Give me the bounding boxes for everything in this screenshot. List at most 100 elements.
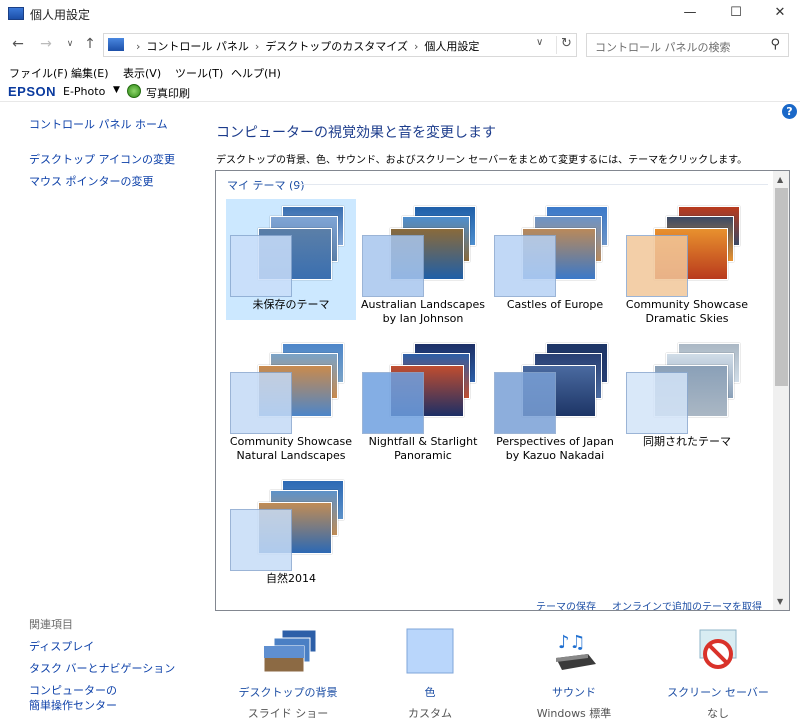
group-divider <box>298 184 768 185</box>
theme-name: 未保存のテーマ <box>252 298 330 311</box>
search-input[interactable]: コントロール パネルの検索 ⚲ <box>586 33 789 57</box>
theme-color-swatch <box>362 372 424 434</box>
theme-color-swatch <box>230 372 292 434</box>
theme-name: Australian Landscapes by Ian Johnson <box>361 298 485 325</box>
address-dropdown-chevron-icon[interactable]: ∨ <box>536 37 543 48</box>
theme-name: 自然2014 <box>266 572 316 585</box>
menu-view[interactable]: 表示(V) <box>123 65 161 81</box>
theme-tile[interactable]: Community Showcase Dramatic Skies <box>622 199 752 325</box>
address-bar[interactable]: › コントロール パネル › デスクトップのカスタマイズ › 個人用設定 ∨ ↻ <box>103 33 577 57</box>
group-label: マイ テーマ (9) <box>227 179 305 192</box>
desktop-background-item[interactable]: デスクトップの背景 スライド ショー <box>228 628 348 721</box>
control-panel-icon <box>108 38 124 51</box>
photo-print-icon[interactable] <box>127 84 141 98</box>
navigation-bar: ← → ∨ ↑ › コントロール パネル › デスクトップのカスタマイズ › 個人用設定 … <box>0 30 800 58</box>
change-mouse-pointers-link[interactable]: マウス ポインターの変更 <box>29 173 154 189</box>
photo-print-button[interactable]: 写真印刷 <box>146 85 190 101</box>
theme-list: マイ テーマ (9) 未保存のテーマ Australian Landscapes b… <box>215 170 790 611</box>
desktop-background-value: スライド ショー <box>247 707 329 720</box>
close-button[interactable]: ✕ <box>757 0 800 28</box>
page-title: コンピューターの視覚効果と音を変更します <box>216 125 496 141</box>
theme-tile[interactable]: 同期されたテーマ <box>622 336 752 457</box>
e-photo-button[interactable]: E-Photo <box>63 85 105 98</box>
theme-preview <box>230 339 352 434</box>
window-title: 個人用設定 <box>30 8 91 22</box>
related-heading: 関連項目 <box>29 618 73 631</box>
change-desktop-icons-link[interactable]: デスクトップ アイコンの変更 <box>29 151 175 167</box>
minimize-button[interactable]: — <box>667 0 713 28</box>
get-more-themes-link[interactable]: オンラインで追加のテーマを取得 <box>612 598 762 610</box>
theme-preview <box>494 202 616 297</box>
epson-toolbar: EPSON E-Photo ▼ 写真印刷 <box>0 82 800 102</box>
theme-preview <box>362 202 484 297</box>
help-icon[interactable]: ? <box>782 104 797 119</box>
theme-preview <box>362 339 484 434</box>
recent-locations-chevron-icon[interactable]: ∨ <box>60 34 80 54</box>
back-arrow-icon[interactable]: ← <box>8 34 28 54</box>
theme-tile[interactable]: Castles of Europe <box>490 199 620 320</box>
theme-tile[interactable]: 未保存のテーマ <box>226 199 356 320</box>
sound-value: Windows 標準 <box>536 707 612 720</box>
color-value: カスタム <box>408 707 452 720</box>
theme-name: Community Showcase Dramatic Skies <box>625 298 749 325</box>
desktop-background-icon <box>262 628 317 674</box>
desktop-background-label[interactable]: デスクトップの背景 <box>228 684 348 700</box>
theme-color-swatch <box>494 235 556 297</box>
menu-file[interactable]: ファイル(F) <box>9 65 68 81</box>
screensaver-item[interactable]: スクリーン セーバー なし <box>658 628 778 721</box>
save-theme-link[interactable]: テーマの保存 <box>536 598 596 610</box>
sound-icon: ♪♫ <box>548 628 600 674</box>
ease-of-access-link-line2[interactable]: 簡単操作センター <box>29 697 117 713</box>
theme-tile[interactable]: 自然2014 <box>226 473 356 594</box>
breadcrumb-control-panel[interactable]: コントロール パネル <box>146 40 249 53</box>
search-icon[interactable]: ⚲ <box>770 37 780 52</box>
dropdown-arrow-icon[interactable]: ▼ <box>113 85 120 95</box>
menu-help[interactable]: ヘルプ(H) <box>231 65 281 81</box>
theme-preview <box>230 476 352 571</box>
taskbar-navigation-link[interactable]: タスク バーとナビゲーション <box>29 660 175 676</box>
svg-text:♪♫: ♪♫ <box>558 632 586 653</box>
maximize-button[interactable]: ☐ <box>713 0 759 28</box>
breadcrumb-personalization[interactable]: 個人用設定 <box>424 40 479 53</box>
menu-bar: ファイル(F) 編集(E) 表示(V) ツール(T) ヘルプ(H) <box>0 63 800 81</box>
theme-color-swatch <box>230 509 292 571</box>
theme-color-swatch <box>626 372 688 434</box>
theme-name: Nightfall & Starlight Panoramic <box>368 435 478 462</box>
epson-logo: EPSON <box>8 84 57 99</box>
screensaver-label[interactable]: スクリーン セーバー <box>658 684 778 700</box>
forward-arrow-icon[interactable]: → <box>36 34 56 54</box>
menu-tools[interactable]: ツール(T) <box>175 65 223 81</box>
screensaver-value: なし <box>707 707 729 720</box>
breadcrumb-desktop-customize[interactable]: デスクトップのカスタマイズ <box>265 40 408 53</box>
up-arrow-icon[interactable]: ↑ <box>80 34 100 54</box>
scrollbar-thumb[interactable] <box>775 188 788 386</box>
screensaver-icon <box>692 628 744 674</box>
scrollbar[interactable]: ▲ ▼ <box>773 171 789 610</box>
theme-preview <box>230 202 352 297</box>
refresh-icon[interactable]: ↻ <box>556 36 576 54</box>
title-bar: 個人用設定 — ☐ ✕ <box>0 0 800 28</box>
theme-tile[interactable]: Nightfall & Starlight Panoramic <box>358 336 488 462</box>
ease-of-access-link-line1[interactable]: コンピューターの <box>29 682 117 698</box>
theme-name: Perspectives of Japan by Kazuo Nakadai <box>496 435 614 462</box>
theme-preview <box>626 339 748 434</box>
scroll-up-arrow-icon[interactable]: ▲ <box>777 175 783 184</box>
color-label[interactable]: 色 <box>370 684 490 700</box>
theme-name: Castles of Europe <box>506 298 604 311</box>
control-panel-home-link[interactable]: コントロール パネル ホーム <box>29 116 168 132</box>
scroll-down-arrow-icon[interactable]: ▼ <box>777 597 783 606</box>
theme-tile[interactable]: Australian Landscapes by Ian Johnson <box>358 199 488 325</box>
search-placeholder: コントロール パネルの検索 <box>595 41 731 54</box>
page-description: デスクトップの背景、色、サウンド、およびスクリーン セーバーをまとめて変更するに… <box>216 155 748 166</box>
control-panel-icon <box>8 7 24 20</box>
theme-color-swatch <box>362 235 424 297</box>
color-item[interactable]: 色 カスタム <box>370 628 490 721</box>
theme-color-swatch <box>230 235 292 297</box>
theme-tile[interactable]: Perspectives of Japan by Kazuo Nakadai <box>490 336 620 462</box>
sound-item[interactable]: ♪♫ サウンド Windows 標準 <box>514 628 634 721</box>
sound-label[interactable]: サウンド <box>514 684 634 700</box>
theme-name: 同期されたテーマ <box>643 435 731 448</box>
menu-edit[interactable]: 編集(E) <box>71 65 109 81</box>
theme-tile[interactable]: Community Showcase Natural Landscapes <box>226 336 356 462</box>
display-link[interactable]: ディスプレイ <box>29 638 94 654</box>
